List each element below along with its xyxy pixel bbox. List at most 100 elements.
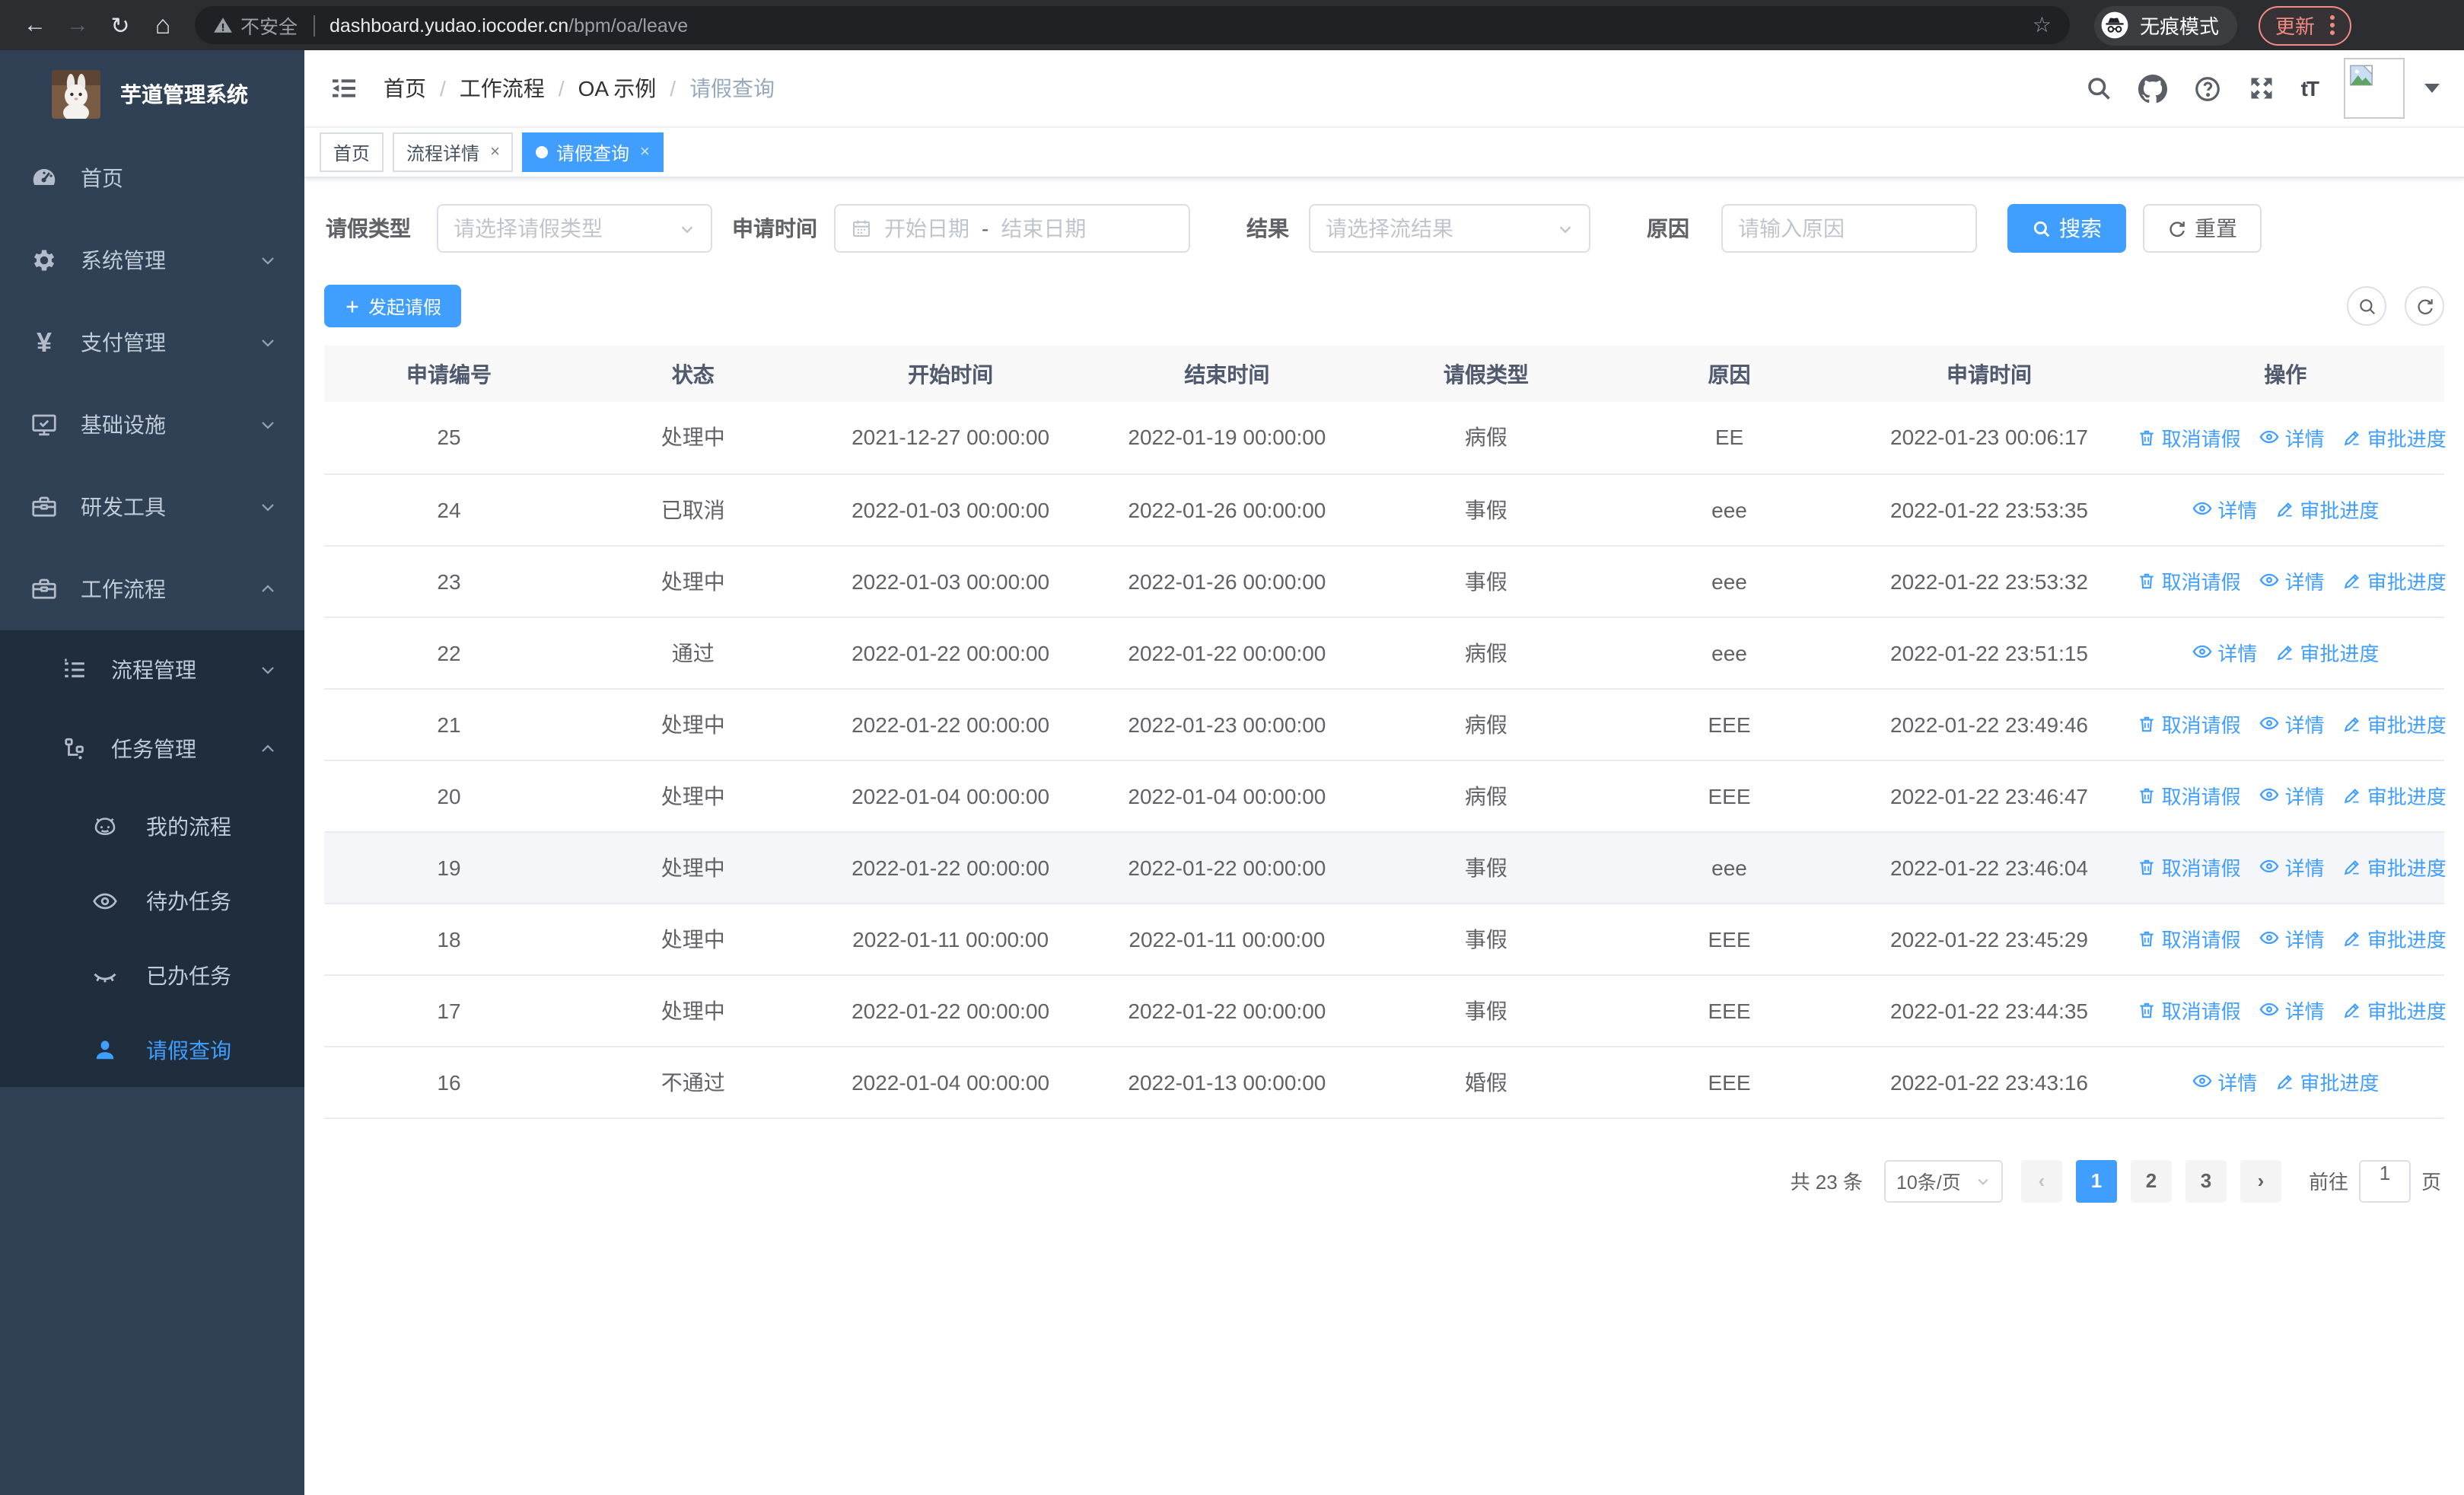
cell-actions: 取消请假 详情 审批进度	[2126, 974, 2446, 1047]
action-detail-link[interactable]: 详情	[2192, 638, 2257, 667]
browser-reload-icon[interactable]: ↻	[100, 5, 140, 45]
action-progress-link[interactable]: 审批进度	[2343, 853, 2446, 882]
goto-label: 前往	[2308, 1171, 2348, 1194]
sidebar-item-label: 我的流程	[146, 814, 231, 838]
font-size-icon[interactable]: tT	[2301, 76, 2319, 100]
security-warning-icon[interactable]: 不安全	[213, 11, 298, 40]
action-progress-link[interactable]: 审批进度	[2275, 639, 2379, 668]
trash-icon	[2138, 428, 2157, 448]
browser-home-icon[interactable]: ⌂	[143, 5, 183, 45]
breadcrumb-item[interactable]: 首页	[384, 73, 426, 104]
tab-首页[interactable]: 首页	[320, 132, 384, 172]
header-search-icon[interactable]	[2085, 75, 2112, 102]
action-detail-link[interactable]: 详情	[2259, 853, 2325, 881]
action-cancel-leave-link[interactable]: 取消请假	[2138, 710, 2241, 739]
sidebar-item-leave-query[interactable]: 请假查询	[0, 1012, 304, 1087]
fullscreen-icon[interactable]	[2248, 75, 2275, 102]
close-icon[interactable]: ×	[640, 143, 650, 161]
trash-icon	[2138, 858, 2157, 878]
cell-apply_time: 2022-01-22 23:45:29	[1851, 903, 2127, 975]
action-detail-link[interactable]: 详情	[2259, 566, 2325, 595]
sidebar-item-todo-tasks[interactable]: 待办任务	[0, 863, 304, 938]
action-cancel-leave-link[interactable]: 取消请假	[2138, 423, 2241, 452]
action-cancel-leave-link[interactable]: 取消请假	[2138, 567, 2241, 596]
page-button-2[interactable]: 2	[2130, 1159, 2172, 1202]
prev-page-button[interactable]: ‹	[2020, 1159, 2062, 1202]
action-progress-link[interactable]: 审批进度	[2275, 1068, 2379, 1097]
action-detail-link[interactable]: 详情	[2259, 924, 2325, 953]
cell-apply_time: 2022-01-22 23:46:47	[1851, 760, 2127, 832]
action-progress-link[interactable]: 审批进度	[2343, 567, 2446, 596]
action-cancel-leave-link[interactable]: 取消请假	[2138, 996, 2241, 1025]
sidebar-item-payment[interactable]: ¥ 支付管理	[0, 301, 304, 384]
browser-back-icon[interactable]: ←	[15, 5, 55, 45]
help-icon[interactable]	[2193, 74, 2222, 103]
next-page-button[interactable]: ›	[2240, 1159, 2281, 1202]
calendar-icon	[851, 218, 872, 239]
sidebar-item-label: 支付管理	[81, 330, 166, 355]
avatar[interactable]	[2344, 58, 2405, 119]
reset-button[interactable]: 重置	[2143, 204, 2262, 253]
tab-流程详情[interactable]: 流程详情 ×	[393, 132, 514, 172]
browser-menu-icon[interactable]	[2330, 15, 2335, 35]
action-progress-link[interactable]: 审批进度	[2343, 782, 2446, 811]
action-detail-link[interactable]: 详情	[2259, 709, 2325, 738]
sidebar-item-process-management[interactable]: 流程管理	[0, 630, 304, 709]
sidebar-collapse-icon[interactable]	[329, 73, 359, 104]
refresh-table-button[interactable]	[2405, 286, 2444, 326]
action-progress-link[interactable]: 审批进度	[2343, 423, 2446, 452]
sidebar-item-label: 基础设施	[81, 413, 166, 437]
reason-input[interactable]: 请输入原因	[1721, 204, 1977, 253]
search-button[interactable]: 搜索	[2007, 204, 2126, 253]
breadcrumb-item[interactable]: OA 示例	[578, 73, 657, 104]
cell-id: 22	[324, 617, 574, 689]
url-path: /bpm/oa/leave	[568, 14, 689, 36]
action-cancel-leave-link[interactable]: 取消请假	[2138, 853, 2241, 882]
action-detail-link[interactable]: 详情	[2192, 1067, 2257, 1096]
leave-type-select[interactable]: 请选择请假类型	[437, 204, 712, 253]
action-progress-link[interactable]: 审批进度	[2343, 996, 2446, 1025]
result-select[interactable]: 请选择流结果	[1309, 204, 1590, 253]
sidebar-item-system[interactable]: 系统管理	[0, 219, 304, 301]
action-progress-link[interactable]: 审批进度	[2343, 925, 2446, 954]
chevron-down-icon	[259, 498, 277, 516]
sidebar-logo-row: 芋道管理系统	[0, 50, 304, 137]
create-leave-button[interactable]: 发起请假	[324, 285, 462, 327]
action-progress-link[interactable]: 审批进度	[2343, 710, 2446, 739]
page-size-select[interactable]: 10条/页	[1883, 1159, 2003, 1202]
sidebar-item-home[interactable]: 首页	[0, 137, 304, 219]
page-button-1[interactable]: 1	[2075, 1159, 2117, 1202]
goto-page-input[interactable]: 1	[2358, 1159, 2411, 1202]
apply-time-range-picker[interactable]: 开始日期 - 结束日期	[834, 204, 1190, 253]
action-detail-link[interactable]: 详情	[2259, 422, 2325, 451]
github-icon[interactable]	[2138, 74, 2167, 103]
avatar-dropdown-icon[interactable]	[2424, 84, 2440, 93]
page-button-3[interactable]: 3	[2185, 1159, 2227, 1202]
cell-id: 21	[324, 688, 574, 760]
action-detail-link[interactable]: 详情	[2259, 781, 2325, 810]
action-cancel-leave-link[interactable]: 取消请假	[2138, 925, 2241, 954]
breadcrumb-item[interactable]: 工作流程	[460, 73, 545, 104]
close-icon[interactable]: ×	[490, 143, 500, 161]
browser-update-button[interactable]: 更新	[2259, 5, 2352, 45]
sidebar-item-workflow[interactable]: 工作流程	[0, 548, 304, 630]
sidebar-item-task-management[interactable]: 任务管理	[0, 709, 304, 789]
cell-status: 处理中	[574, 402, 813, 474]
edit-icon	[2343, 1001, 2363, 1021]
action-cancel-leave-link[interactable]: 取消请假	[2138, 782, 2241, 811]
address-bar[interactable]: 不安全 dashboard.yudao.iocoder.cn/bpm/oa/le…	[195, 6, 2070, 44]
show-search-toggle-button[interactable]	[2347, 286, 2386, 326]
sidebar-item-done-tasks[interactable]: 已办任务	[0, 938, 304, 1012]
sidebar-item-dev-tools[interactable]: 研发工具	[0, 466, 304, 548]
cell-id: 18	[324, 903, 574, 975]
tab-请假查询[interactable]: 请假查询 ×	[522, 132, 664, 172]
sidebar-item-my-process[interactable]: 我的流程	[0, 789, 304, 863]
edit-icon	[2343, 786, 2363, 806]
browser-forward-icon[interactable]: →	[58, 5, 97, 45]
action-progress-link[interactable]: 审批进度	[2275, 496, 2379, 524]
sidebar-item-infrastructure[interactable]: 基础设施	[0, 384, 304, 466]
bookmark-star-icon[interactable]: ☆	[2033, 12, 2052, 38]
action-detail-link[interactable]: 详情	[2259, 996, 2325, 1025]
cell-apply_time: 2022-01-22 23:53:32	[1851, 545, 2127, 617]
action-detail-link[interactable]: 详情	[2192, 495, 2257, 524]
